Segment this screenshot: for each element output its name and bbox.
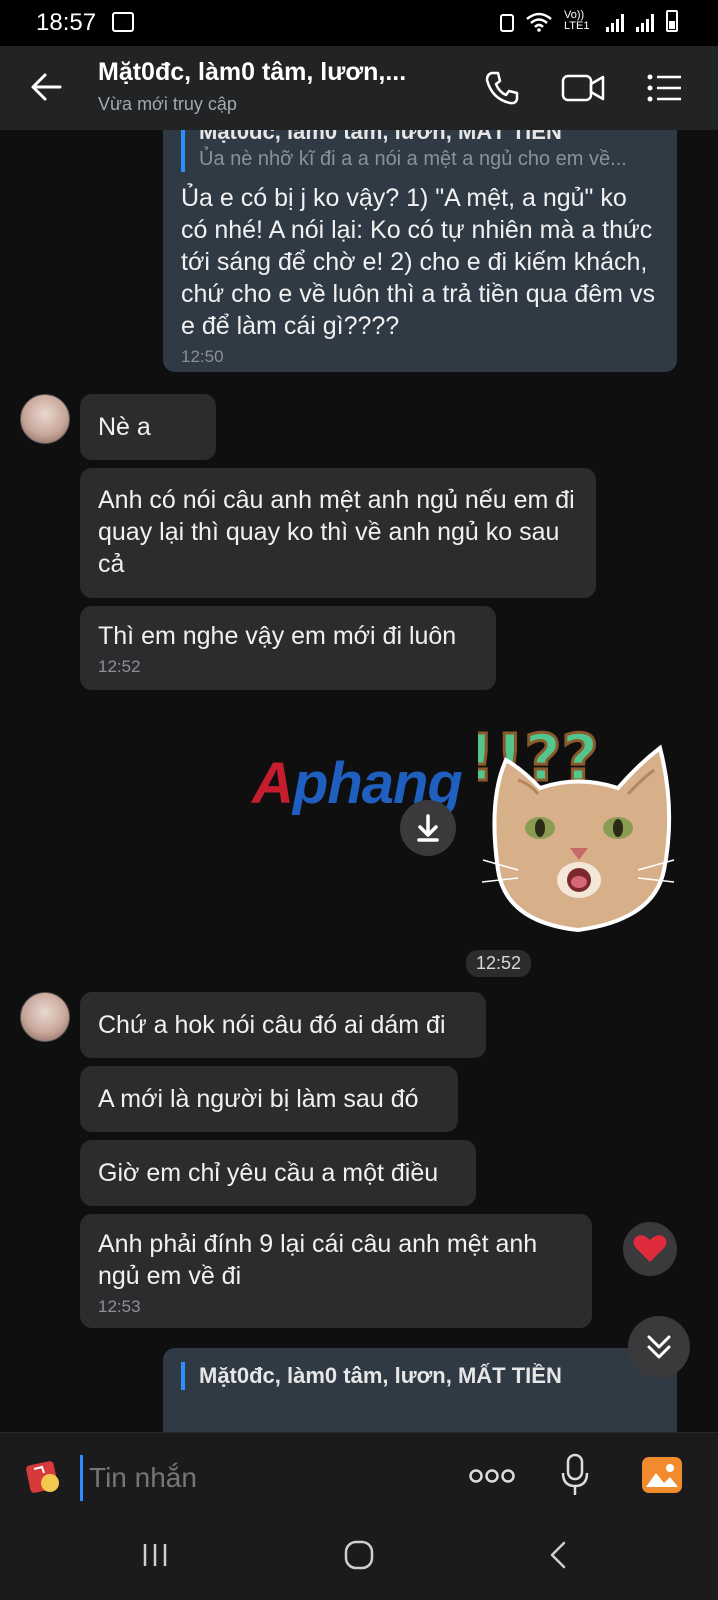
message-incoming[interactable]: Nè a — [80, 394, 216, 460]
cat-sticker-image[interactable]: !!?? — [478, 720, 678, 950]
message-incoming[interactable]: Thì em nghe vậy em mới đi luôn 12:52 — [80, 606, 496, 690]
message-incoming[interactable]: A mới là người bị làm sau đó — [80, 1066, 458, 1132]
quote-text: Ủa nè nhỡ kĩ đi a a nói a mệt a ngủ cho … — [199, 148, 627, 170]
message-text: Thì em nghe vậy em mới đi luôn — [98, 622, 457, 650]
message-text: A mới là người bị làm sau đó — [98, 1085, 419, 1113]
menu-list-icon[interactable] — [644, 68, 684, 108]
heart-icon — [633, 1235, 667, 1262]
message-text: Anh có nói câu anh mệt anh ngủ nếu em đi… — [98, 486, 575, 578]
double-chevron-down-icon — [647, 1335, 671, 1359]
network-label: Vo)) LTE1 — [564, 9, 590, 32]
message-text: Nè a — [98, 413, 151, 441]
sticker-icon[interactable] — [24, 1457, 64, 1497]
sticker-time: 12:52 — [466, 950, 532, 977]
quoted-message[interactable]: Mặt0đc, làm0 tâm, lươn, MẤT TIỀN Ủa nè n… — [181, 130, 659, 172]
status-time: 18:57 — [36, 9, 97, 36]
contact-avatar[interactable] — [20, 394, 70, 444]
status-bar: 18:57 Vo)) LTE1 — [0, 0, 718, 46]
microphone-icon[interactable] — [560, 1453, 590, 1497]
quoted-message[interactable]: Mặt0đc, làm0 tâm, lươn, MẤT TIỀN — [181, 1362, 659, 1390]
last-seen-status: Vừa mới truy cập — [98, 94, 237, 114]
message-incoming[interactable]: Anh phải đính 9 lại cái câu anh mệt anh … — [80, 1214, 592, 1328]
message-outgoing[interactable]: Mặt0đc, làm0 tâm, lươn, MẤT TIỀN Ủa nè n… — [163, 130, 677, 372]
message-time: 12:50 — [181, 347, 224, 366]
signal-icon — [606, 12, 624, 32]
message-time: 12:52 — [98, 657, 141, 676]
quote-sender: Mặt0đc, làm0 tâm, lươn, MẤT TIỀN — [199, 130, 562, 144]
message-incoming[interactable]: Giờ em chỉ yêu cầu a một điều — [80, 1140, 476, 1206]
message-text: Chứ a hok nói câu đó ai dám đi — [98, 1011, 446, 1039]
message-outgoing[interactable]: Mặt0đc, làm0 tâm, lươn, MẤT TIỀN — [163, 1348, 677, 1432]
message-incoming[interactable]: Chứ a hok nói câu đó ai dám đi — [80, 992, 486, 1058]
contact-avatar[interactable] — [20, 992, 70, 1042]
scroll-to-bottom-button[interactable] — [628, 1316, 690, 1378]
phone-call-icon[interactable] — [482, 68, 522, 108]
quote-sender: Mặt0đc, làm0 tâm, lươn, MẤT TIỀN — [199, 1363, 562, 1388]
system-navigation-bar — [0, 1518, 718, 1600]
signal-icon-2 — [636, 12, 654, 32]
chat-header: Mặt0đc, làm0 tâm, lươn,... Vừa mới truy … — [0, 46, 718, 130]
message-input[interactable] — [80, 1455, 451, 1501]
wifi-icon — [526, 12, 552, 32]
conversation-title[interactable]: Mặt0đc, làm0 tâm, lươn,... — [98, 58, 406, 87]
message-text: Ủa e có bị j ko vậy? 1) "A mệt, a ngủ" k… — [181, 184, 655, 340]
recent-apps-icon[interactable] — [140, 1540, 170, 1570]
message-list[interactable]: Mặt0đc, làm0 tâm, lươn, MẤT TIỀN Ủa nè n… — [0, 130, 718, 1432]
nfc-icon — [500, 14, 514, 32]
battery-icon — [666, 10, 678, 32]
message-composer — [0, 1432, 718, 1519]
status-icons: Vo)) LTE1 — [500, 10, 678, 32]
reaction-button[interactable] — [623, 1222, 677, 1276]
home-icon[interactable] — [342, 1538, 376, 1572]
message-time: 12:53 — [98, 1297, 141, 1316]
message-incoming[interactable]: Anh có nói câu anh mệt anh ngủ nếu em đi… — [80, 468, 596, 598]
back-nav-icon[interactable] — [544, 1540, 574, 1570]
more-options-icon[interactable] — [468, 1465, 516, 1487]
gallery-notification-icon — [112, 12, 134, 32]
download-icon — [417, 814, 439, 842]
message-text: Anh phải đính 9 lại cái câu anh mệt anh … — [98, 1230, 538, 1290]
image-picker-icon[interactable] — [640, 1455, 684, 1495]
message-text: Giờ em chỉ yêu cầu a một điều — [98, 1159, 439, 1187]
video-call-icon[interactable] — [560, 68, 606, 108]
download-button[interactable] — [400, 800, 456, 856]
back-arrow-icon[interactable] — [30, 70, 64, 104]
